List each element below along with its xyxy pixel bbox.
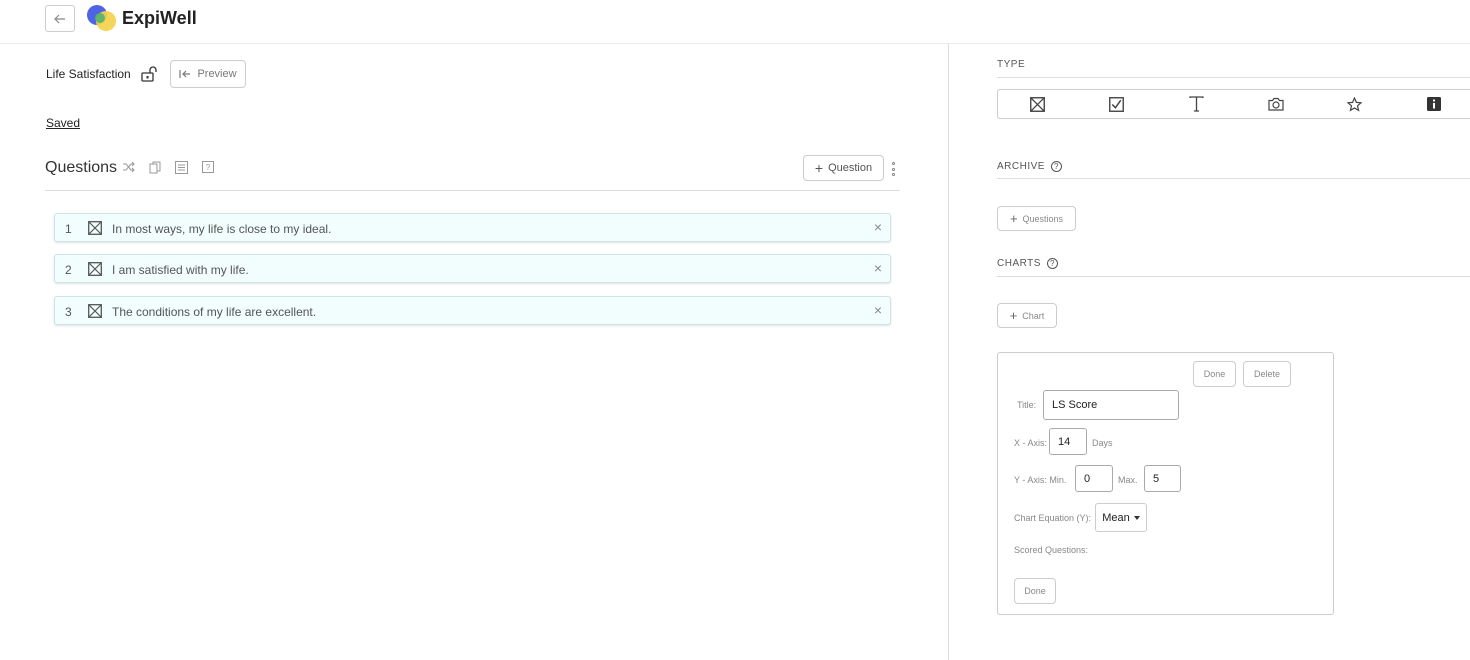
saved-link[interactable]: Saved: [46, 116, 80, 130]
text-icon: [1189, 96, 1204, 112]
type-text-button[interactable]: [1157, 90, 1236, 118]
chart-done-label: Done: [1203, 369, 1226, 379]
y-axis-min-label: Y - Axis: Min.: [1014, 475, 1067, 485]
survey-title: Life Satisfaction: [46, 67, 131, 81]
more-options-icon[interactable]: [889, 162, 897, 176]
shuffle-icon[interactable]: [121, 159, 137, 175]
charts-divider: [997, 276, 1470, 277]
copy-icon[interactable]: [147, 159, 163, 175]
type-photo-button[interactable]: [1236, 90, 1315, 118]
chart-title-input[interactable]: LS Score: [1043, 390, 1179, 420]
type-section-label: TYPE: [997, 59, 1026, 70]
add-questions-label: Questions: [1022, 213, 1064, 224]
preview-label: Preview: [197, 68, 237, 80]
help-box-icon[interactable]: ?: [200, 159, 216, 175]
preview-button[interactable]: Preview: [170, 60, 246, 88]
x-axis-label: X - Axis:: [1014, 438, 1048, 448]
add-chart-button[interactable]: + Chart: [997, 303, 1057, 328]
y-axis-max-input[interactable]: 5: [1144, 465, 1181, 492]
type-divider: [997, 77, 1470, 78]
panel-divider: [948, 44, 949, 660]
chart-bottom-done-button[interactable]: Done: [1014, 578, 1056, 604]
svg-text:?: ?: [206, 163, 211, 172]
chart-editor-panel: Done Delete Title: LS Score X - Axis: 14…: [997, 352, 1334, 615]
add-questions-button[interactable]: + Questions: [997, 206, 1076, 231]
chart-equation-value: Mean: [1102, 511, 1130, 524]
plus-icon: +: [1009, 308, 1018, 323]
back-arrow-icon: [54, 14, 65, 23]
type-info-button[interactable]: [1395, 90, 1470, 118]
y-axis-max-label: Max.: [1118, 475, 1138, 485]
charts-section-label: CHARTS?: [997, 258, 1058, 269]
back-button[interactable]: [45, 5, 75, 32]
archive-label: ARCHIVE: [997, 161, 1045, 173]
chart-equation-select[interactable]: Mean: [1095, 503, 1147, 532]
add-chart-label: Chart: [1022, 310, 1045, 321]
caret-down-icon: [1133, 515, 1140, 520]
preview-icon: [179, 70, 191, 78]
remove-question-icon[interactable]: ×: [872, 219, 884, 235]
chart-equation-label: Chart Equation (Y):: [1014, 513, 1092, 523]
question-text: The conditions of my life are excellent.: [112, 305, 317, 319]
remove-question-icon[interactable]: ×: [872, 260, 884, 276]
multiple-choice-icon: [88, 221, 102, 235]
question-number: 1: [65, 222, 72, 236]
multiple-choice-icon: [1030, 96, 1046, 112]
question-type-bar: [997, 89, 1470, 119]
top-bar: ExpiWell: [0, 0, 1470, 44]
remove-question-icon[interactable]: ×: [872, 302, 884, 318]
questions-heading: Questions: [45, 159, 118, 176]
multiple-choice-icon: [88, 262, 102, 276]
unlock-icon[interactable]: [141, 65, 159, 83]
type-rating-button[interactable]: [1315, 90, 1394, 118]
question-text: I am satisfied with my life.: [112, 263, 249, 277]
x-axis-unit: Days: [1092, 438, 1113, 448]
archive-section-label: ARCHIVE?: [997, 161, 1062, 172]
add-question-button[interactable]: + Question: [803, 155, 884, 181]
x-axis-input[interactable]: 14: [1049, 428, 1087, 455]
info-icon: [1427, 97, 1442, 111]
chart-done-button[interactable]: Done: [1193, 361, 1236, 387]
type-multiple-choice-button[interactable]: [998, 90, 1077, 118]
list-icon[interactable]: [173, 159, 189, 175]
y-axis-min-input[interactable]: 0: [1075, 465, 1113, 492]
question-item[interactable]: 1 In most ways, my life is close to my i…: [54, 213, 891, 242]
chart-delete-button[interactable]: Delete: [1243, 361, 1291, 387]
checkbox-icon: [1109, 96, 1125, 112]
question-text: In most ways, my life is close to my ide…: [112, 222, 332, 236]
chart-title-label: Title:: [1017, 400, 1037, 410]
chart-delete-label: Delete: [1253, 369, 1280, 379]
star-icon: [1347, 96, 1363, 112]
charts-label: CHARTS: [997, 258, 1041, 270]
plus-icon: +: [814, 160, 824, 176]
archive-divider: [997, 178, 1470, 179]
camera-icon: [1268, 97, 1284, 111]
question-item[interactable]: 2 I am satisfied with my life. ×: [54, 254, 891, 283]
question-number: 2: [65, 263, 72, 277]
chart-bottom-done-label: Done: [1024, 586, 1046, 596]
survey-title-row: Life Satisfaction: [46, 60, 159, 88]
plus-icon: +: [1009, 211, 1018, 226]
brand-name: ExpiWell: [122, 8, 197, 28]
expiwell-logo: [87, 5, 116, 31]
question-item[interactable]: 3 The conditions of my life are excellen…: [54, 296, 891, 325]
charts-help-icon[interactable]: ?: [1046, 258, 1058, 269]
scored-questions-label: Scored Questions:: [1014, 545, 1089, 555]
multiple-choice-icon: [88, 304, 102, 318]
add-question-label: Question: [828, 162, 873, 174]
questions-header: Questions ? + Question: [45, 155, 900, 191]
archive-help-icon[interactable]: ?: [1050, 161, 1062, 172]
type-checkbox-button[interactable]: [1077, 90, 1156, 118]
question-number: 3: [65, 305, 72, 319]
